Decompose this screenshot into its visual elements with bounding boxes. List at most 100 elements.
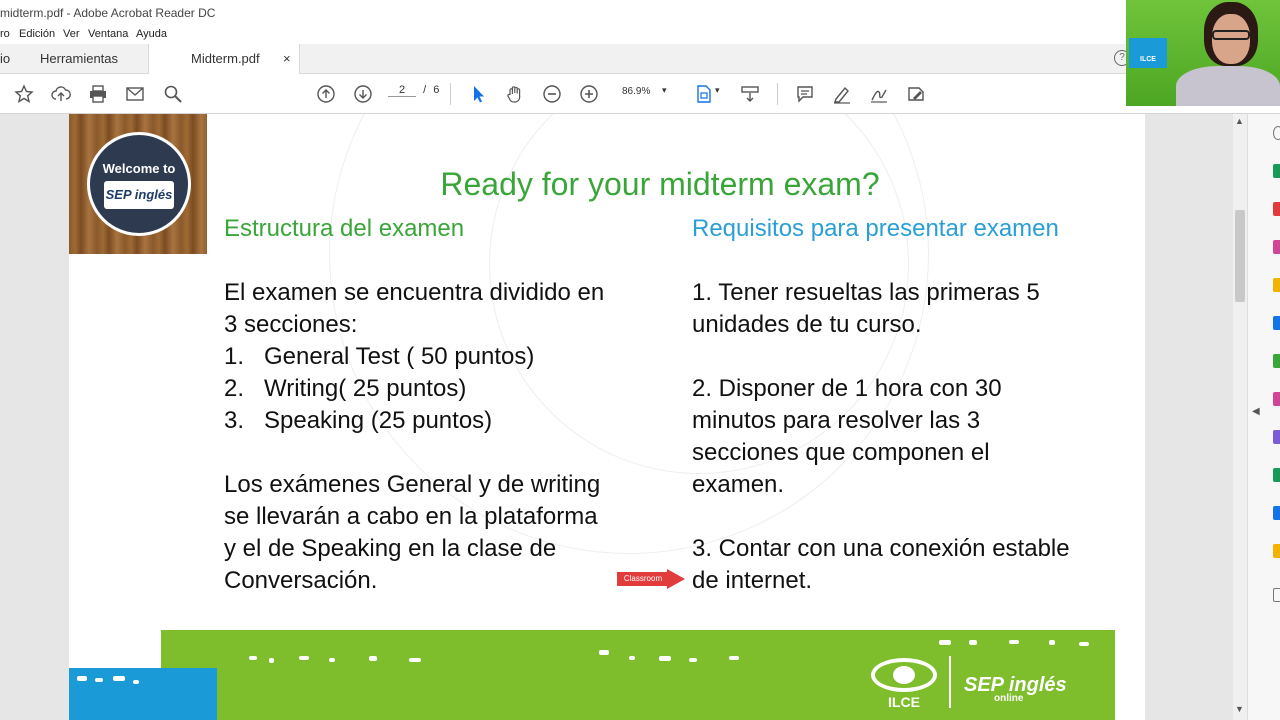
zoom-level[interactable]: 86.9%	[622, 86, 650, 97]
blue-band	[69, 668, 217, 720]
tool-pane-icon[interactable]	[1273, 126, 1280, 140]
requirement-line: unidades de tu curso.	[692, 311, 922, 338]
comment-tool-icon[interactable]	[1273, 278, 1280, 292]
toolbar-divider	[450, 83, 451, 105]
tab-home[interactable]: io	[0, 44, 10, 74]
right-column: 1. Tener resueltas las primeras 5 unidad…	[692, 277, 1132, 597]
requirement-line: 1. Tener resueltas las primeras 5	[692, 279, 1040, 306]
document-viewport[interactable]: Welcome to SEP inglés Ready for your mid…	[0, 114, 1233, 720]
ilce-logo: ILCE	[869, 658, 939, 710]
requirement-line: 2. Disponer de 1 hora con 30	[692, 375, 1002, 402]
webcam-overlay: ILCE	[1126, 0, 1280, 106]
list-item: 2. Writing( 25 puntos)	[224, 373, 674, 405]
left-outro-line: y el de Speaking en la clase de	[224, 535, 557, 562]
webcam-ilce-logo: ILCE	[1129, 38, 1167, 68]
sign-icon[interactable]	[867, 82, 891, 106]
list-item: 3. Speaking (25 puntos)	[224, 405, 674, 437]
logo-divider	[949, 656, 951, 708]
presenter-glasses	[1212, 30, 1250, 40]
page-indicator: 2 / 6	[388, 84, 439, 97]
fill-sign-icon[interactable]	[904, 82, 928, 106]
edit-pdf-icon[interactable]	[1273, 164, 1280, 178]
print-icon[interactable]	[86, 82, 110, 106]
export-pdf-icon[interactable]	[1273, 316, 1280, 330]
protect-icon[interactable]	[1273, 430, 1280, 444]
create-pdf-icon[interactable]	[1273, 202, 1280, 216]
toolbar: 2 / 6 86.9% ▾ ▾	[0, 74, 1280, 114]
requirement-line: examen.	[692, 471, 785, 498]
highlight-pen-icon[interactable]	[830, 82, 854, 106]
list-number: 1.	[224, 343, 245, 370]
page-fit-caret[interactable]: ▾	[715, 85, 720, 96]
list-item: 1. General Test ( 50 puntos)	[224, 341, 674, 373]
tab-bar: io Herramientas Midterm.pdf × ?	[0, 44, 1280, 74]
right-heading: Requisitos para presentar examen	[692, 215, 1059, 242]
fill-sign-tool-icon[interactable]	[1273, 392, 1280, 406]
pdf-page: Welcome to SEP inglés Ready for your mid…	[69, 114, 1145, 720]
acrobat-window: midterm.pdf - Adobe Acrobat Reader DC ro…	[0, 0, 1280, 720]
page-fit-icon[interactable]	[692, 82, 716, 106]
requirement-line: minutos para resolver las 3	[692, 407, 981, 434]
previous-page-icon[interactable]	[314, 82, 338, 106]
left-outro-line: Conversación.	[224, 567, 378, 594]
upload-cloud-icon[interactable]	[49, 82, 73, 106]
search-icon[interactable]	[161, 82, 185, 106]
left-intro-line: 3 secciones:	[224, 311, 358, 338]
email-icon[interactable]	[123, 82, 147, 106]
bookmark-star-icon[interactable]	[12, 82, 36, 106]
stamp-icon[interactable]	[1273, 544, 1280, 558]
page-number-input[interactable]: 2	[388, 84, 416, 97]
sep-ingles-footer-logo: SEP inglés online	[964, 674, 1067, 704]
left-heading: Estructura del examen	[224, 215, 465, 242]
zoom-in-icon[interactable]	[577, 82, 601, 106]
ilce-eye-icon	[871, 658, 937, 692]
next-page-icon[interactable]	[351, 82, 375, 106]
send-track-icon[interactable]	[1273, 468, 1280, 482]
collapse-pane-icon[interactable]: ◀	[1252, 406, 1260, 417]
more-tools-icon[interactable]	[1273, 506, 1280, 520]
title-bar: midterm.pdf - Adobe Acrobat Reader DC	[0, 0, 1280, 26]
ilce-logo-text: ILCE	[888, 694, 920, 710]
menu-item-ayuda[interactable]: Ayuda	[136, 28, 167, 40]
tab-tools[interactable]: Herramientas	[40, 44, 118, 74]
requirement-line: de internet.	[692, 567, 813, 594]
page-separator: /	[423, 84, 427, 96]
tab-document[interactable]: Midterm.pdf	[148, 44, 300, 74]
right-tools-pane: ◀	[1247, 114, 1280, 720]
menu-item-archivo[interactable]: ro	[0, 28, 10, 40]
classroom-arrow-annotation[interactable]: Classroom	[617, 569, 687, 589]
list-number: 2.	[224, 375, 245, 402]
requirement-line: 3. Contar con una conexión estable	[692, 535, 1070, 562]
left-column: El examen se encuentra dividido en 3 sec…	[224, 277, 674, 597]
scrollbar-thumb[interactable]	[1235, 210, 1245, 302]
slide-footer: ILCE SEP inglés online	[69, 630, 1145, 720]
left-outro-line: se llevarán a cabo en la plataforma	[224, 503, 598, 530]
left-outro-line: Los exámenes General y de writing	[224, 471, 601, 498]
tool-icon[interactable]	[1273, 588, 1280, 602]
menu-item-ventana[interactable]: Ventana	[88, 28, 128, 40]
window-title: midterm.pdf - Adobe Acrobat Reader DC	[0, 6, 216, 20]
select-cursor-icon[interactable]	[466, 82, 490, 106]
zoom-dropdown-caret[interactable]: ▾	[662, 85, 667, 96]
combine-files-icon[interactable]	[1273, 240, 1280, 254]
organize-pages-icon[interactable]	[1273, 354, 1280, 368]
scroll-mode-icon[interactable]	[738, 82, 762, 106]
page-total: 6	[433, 84, 440, 96]
vertical-scrollbar[interactable]: ▲ ▼	[1233, 114, 1247, 720]
hand-tool-icon[interactable]	[503, 82, 527, 106]
list-text: General Test ( 50 puntos)	[264, 343, 535, 370]
tab-close-button[interactable]: ×	[283, 44, 291, 74]
menu-item-ver[interactable]: Ver	[63, 28, 80, 40]
scroll-up-arrow-icon[interactable]: ▲	[1235, 116, 1244, 126]
toolbar-divider-2	[777, 83, 778, 105]
menu-item-edicion[interactable]: Edición	[19, 28, 55, 40]
menu-bar: ro Edición Ver Ventana Ayuda	[0, 26, 1280, 44]
comment-icon[interactable]	[793, 82, 817, 106]
list-number: 3.	[224, 407, 245, 434]
zoom-out-icon[interactable]	[540, 82, 564, 106]
left-intro-line: El examen se encuentra dividido en	[224, 279, 605, 306]
list-text: Writing( 25 puntos)	[264, 375, 467, 402]
requirement-line: secciones que componen el	[692, 439, 990, 466]
scroll-down-arrow-icon[interactable]: ▼	[1235, 704, 1244, 714]
list-text: Speaking (25 puntos)	[264, 407, 493, 434]
